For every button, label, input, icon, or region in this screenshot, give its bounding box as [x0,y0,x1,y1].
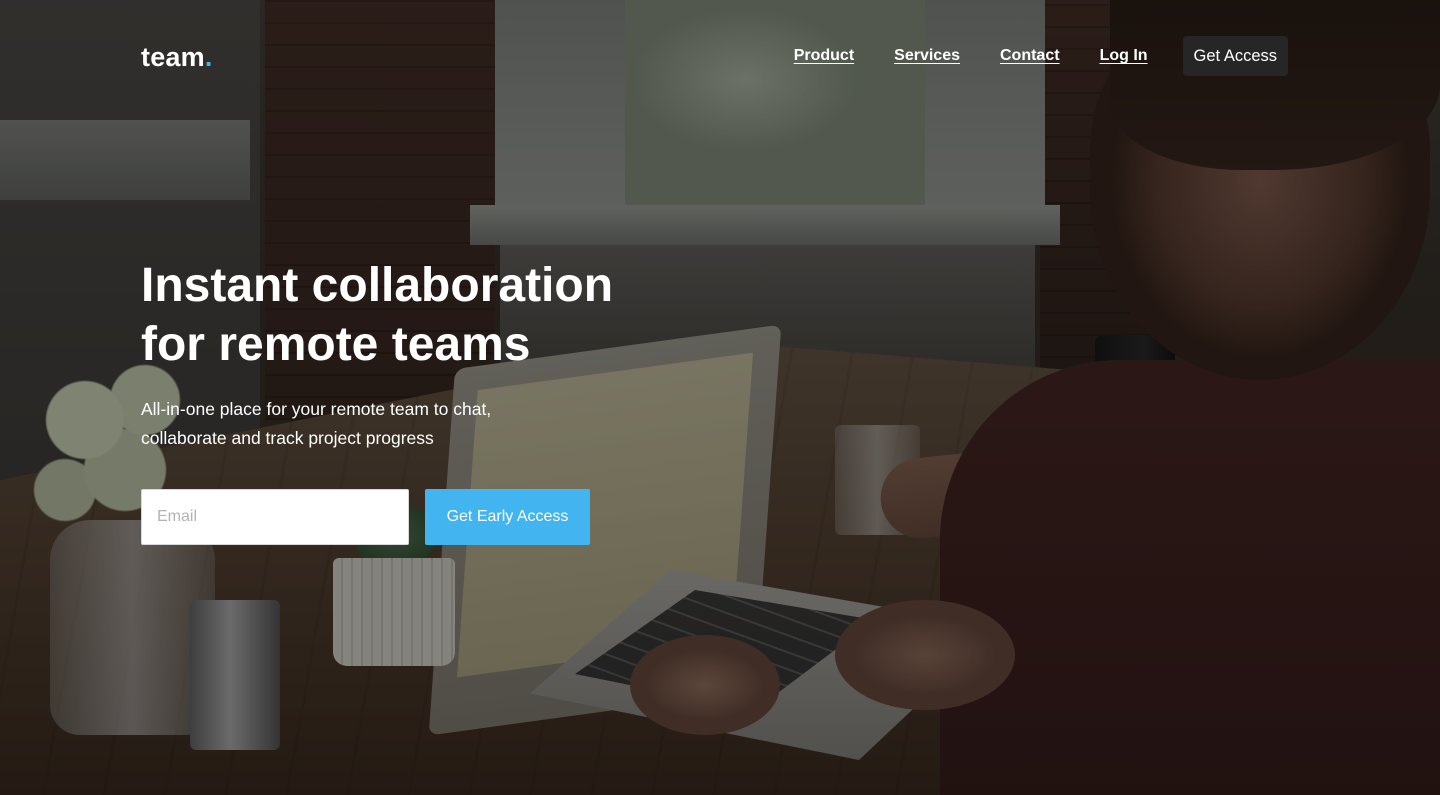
hero-title-line-2: for remote teams [141,318,531,371]
hero-title-line-1: Instant collaboration [141,259,614,312]
nav-link-log-in[interactable]: Log In [1100,36,1148,76]
main-nav: Product Services Contact Log In Get Acce… [754,36,1288,76]
hero-title: Instant collaboration for remote teams [141,256,701,374]
get-access-button[interactable]: Get Access [1182,36,1288,76]
nav-link-product[interactable]: Product [794,36,854,76]
email-input[interactable] [141,489,409,545]
logo-text: team [141,42,205,72]
logo[interactable]: team. [141,42,213,73]
hero-subtitle-line-2: collaborate and track project progress [141,428,434,448]
nav-link-contact[interactable]: Contact [1000,36,1060,76]
early-access-form: Get Early Access [141,489,590,545]
hero-subtitle-line-1: All-in-one place for your remote team to… [141,399,492,419]
logo-dot: . [204,42,213,72]
nav-link-services[interactable]: Services [894,36,960,76]
get-early-access-button[interactable]: Get Early Access [425,489,590,545]
hero-subtitle: All-in-one place for your remote team to… [141,395,601,453]
